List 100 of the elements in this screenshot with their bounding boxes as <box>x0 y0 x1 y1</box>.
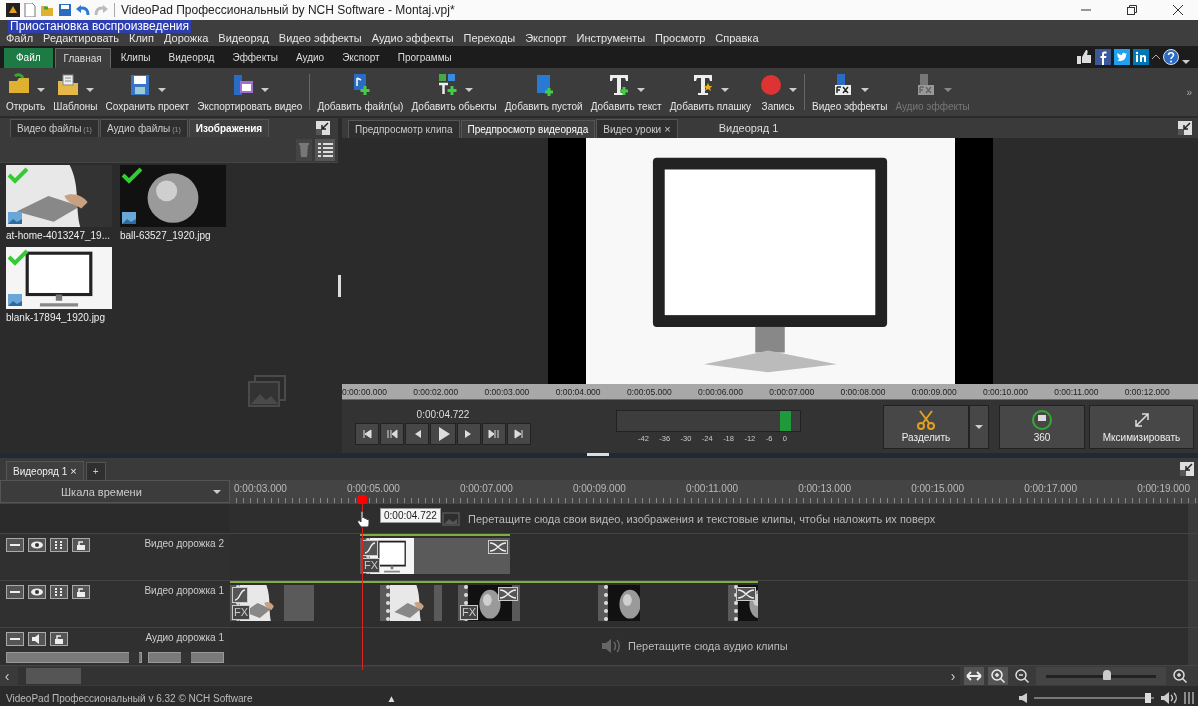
menu-item[interactable]: Аудио эффекты <box>371 32 454 44</box>
help-icon[interactable] <box>1163 49 1179 65</box>
timeline-clip[interactable]: FX <box>230 585 314 621</box>
collapse-icon[interactable] <box>6 585 24 599</box>
twitter-icon[interactable] <box>1114 49 1130 65</box>
list-view-icon[interactable] <box>315 139 335 161</box>
caret-icon[interactable] <box>86 88 95 92</box>
timeline-clip[interactable]: FX <box>360 538 510 574</box>
toolbar-button[interactable]: Шаблоны <box>49 70 102 114</box>
splitter-handle[interactable] <box>338 274 341 297</box>
transport-button[interactable] <box>457 422 481 445</box>
transport-button[interactable] <box>482 422 506 445</box>
transport-button[interactable] <box>380 422 404 445</box>
fx-badge[interactable]: FX <box>232 605 251 620</box>
toolbar-button[interactable]: Экспортировать видео <box>193 70 307 114</box>
toolbar-button[interactable]: Добавить пустой <box>500 70 587 114</box>
preview-button[interactable]: 360 <box>999 404 1085 449</box>
fx-badge[interactable]: FX <box>460 605 479 620</box>
volume-slider[interactable] <box>6 652 142 663</box>
undock-icon[interactable] <box>316 120 330 135</box>
facebook-icon[interactable] <box>1095 49 1111 65</box>
zoom-in-icon[interactable] <box>1170 667 1190 685</box>
thumbs-up-icon[interactable] <box>1076 49 1092 65</box>
toolbar-button[interactable]: Добавить текст <box>586 70 666 114</box>
resize-grip-icon[interactable] <box>1184 691 1194 705</box>
transition-icon[interactable] <box>736 587 756 601</box>
timeline-scale-dropdown[interactable]: Шкала времени <box>0 480 230 503</box>
menu-item[interactable]: Справка <box>715 32 759 44</box>
new-file-icon[interactable] <box>24 3 36 17</box>
zoom-in-icon[interactable] <box>988 667 1008 685</box>
speaker-icon[interactable] <box>28 632 46 646</box>
preview-button[interactable]: Мксимизировать <box>1089 404 1194 449</box>
caret-icon[interactable] <box>260 88 269 92</box>
ribbon-tab[interactable]: Клипы <box>112 48 159 68</box>
menu-item[interactable]: Просмотр <box>655 32 706 44</box>
timeline-clip[interactable]: FX <box>458 585 520 621</box>
media-tab[interactable]: Изображения <box>188 119 270 137</box>
speaker-loud-icon[interactable] <box>1160 691 1178 705</box>
fit-width-icon[interactable] <box>964 667 984 685</box>
caret-icon[interactable] <box>1182 60 1190 64</box>
slider-thumb[interactable] <box>129 652 140 663</box>
transport-button[interactable] <box>430 422 456 445</box>
restore-icon[interactable] <box>1126 4 1138 16</box>
slider-thumb[interactable] <box>181 652 191 663</box>
grid-icon[interactable] <box>50 585 68 599</box>
dropdown-button[interactable] <box>969 404 989 449</box>
lock-icon[interactable] <box>72 585 90 599</box>
toolbar-button[interactable]: Добавить файл(ы) <box>313 70 408 114</box>
menu-item[interactable]: Редактировать <box>43 32 120 44</box>
eye-icon[interactable] <box>28 585 46 599</box>
save-icon[interactable] <box>58 3 72 17</box>
ribbon-tab[interactable]: Главная <box>54 48 111 68</box>
caret-icon[interactable] <box>721 88 730 92</box>
panel-toggle-button[interactable]: ▲ <box>386 692 397 704</box>
preview-tab[interactable]: Предпросмотр видеоряда <box>460 120 596 138</box>
caret-icon[interactable] <box>789 88 797 92</box>
menu-item[interactable]: Видео эффекты <box>278 32 362 44</box>
caret-icon[interactable] <box>158 88 167 92</box>
scrollbar-thumb[interactable] <box>26 668 81 684</box>
folder-icon[interactable] <box>40 3 54 17</box>
toolbar-button[interactable]: Запись <box>755 70 801 114</box>
ribbon-tab[interactable]: Аудио <box>287 48 333 68</box>
menu-item[interactable]: Экспорт <box>525 32 567 44</box>
undock-icon[interactable] <box>1180 462 1194 476</box>
preview-tab[interactable]: Предпросмотр клипа <box>348 120 460 138</box>
menu-item[interactable]: Инструменты <box>576 32 646 44</box>
menu-item[interactable]: Клип <box>129 32 154 44</box>
toolbar-button[interactable]: Добавить обьекты <box>407 70 501 114</box>
sequence-tab[interactable]: + <box>85 462 106 480</box>
chevron-up-icon[interactable] <box>1152 54 1160 60</box>
ribbon-tab[interactable]: Файл <box>4 48 53 68</box>
transport-button[interactable] <box>507 422 531 445</box>
collapse-icon[interactable] <box>6 538 24 552</box>
menu-item[interactable]: Файл <box>6 32 34 44</box>
menu-item[interactable]: Дорожка <box>164 32 209 44</box>
scroll-left-button[interactable]: ‹ <box>0 669 14 683</box>
slider-thumb[interactable] <box>1102 669 1111 680</box>
ribbon-tab[interactable]: Экспорт <box>334 48 388 68</box>
preview-button[interactable]: Разделить <box>883 404 969 449</box>
timeline-clip[interactable] <box>728 585 758 621</box>
undo-icon[interactable] <box>76 3 90 17</box>
transport-button[interactable] <box>405 422 429 445</box>
timeline-clip[interactable] <box>380 585 442 621</box>
linkedin-icon[interactable] <box>1133 49 1149 65</box>
sequence-tab[interactable]: Видеоряд 1 × <box>6 461 84 480</box>
slider-thumb[interactable] <box>1145 693 1151 703</box>
ribbon-tab[interactable]: Видеоряд <box>160 48 223 68</box>
zoom-out-icon[interactable] <box>1012 667 1032 685</box>
eye-icon[interactable] <box>28 538 46 552</box>
caret-icon[interactable] <box>637 88 646 92</box>
caret-icon[interactable] <box>36 88 45 92</box>
transition-icon[interactable] <box>498 587 518 601</box>
scroll-right-button[interactable]: › <box>946 669 960 683</box>
lock-icon[interactable] <box>72 538 90 552</box>
transport-button[interactable] <box>355 422 379 445</box>
speaker-icon[interactable] <box>1018 692 1028 704</box>
caret-icon[interactable] <box>465 88 474 92</box>
ribbon-tab[interactable]: Эффекты <box>224 48 286 68</box>
splitter-handle[interactable] <box>587 453 609 456</box>
close-icon[interactable] <box>1172 4 1184 16</box>
